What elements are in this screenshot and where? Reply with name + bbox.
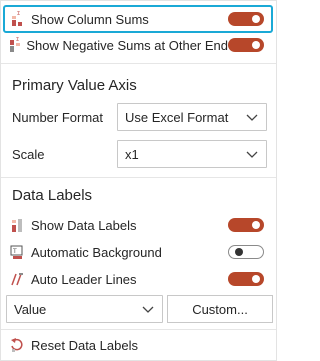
svg-text:Σ: Σ (17, 11, 20, 17)
auto-leader-lines-toggle[interactable] (228, 272, 264, 286)
show-data-labels-toggle[interactable] (228, 218, 264, 232)
label-content-select[interactable]: Value (6, 295, 163, 323)
svg-text:T: T (12, 248, 17, 255)
show-negative-sums-row[interactable]: Σ Show Negative Sums at Other End (7, 33, 270, 57)
svg-text:Σ: Σ (16, 37, 19, 43)
number-format-select[interactable]: Use Excel Format (117, 103, 267, 131)
chevron-down-icon (246, 114, 258, 121)
show-column-sums-toggle[interactable] (228, 12, 264, 26)
primary-value-axis-title: Primary Value Axis (12, 77, 137, 94)
negative-sums-icon: Σ (7, 37, 22, 53)
show-data-labels-label: Show Data Labels (31, 217, 137, 233)
automatic-background-row[interactable]: T Automatic Background (7, 240, 270, 264)
auto-leader-lines-row[interactable]: Auto Leader Lines (7, 267, 270, 291)
chevron-down-icon (142, 306, 154, 313)
reset-data-labels-label: Reset Data Labels (31, 337, 138, 353)
number-format-value: Use Excel Format (125, 109, 229, 125)
data-labels-title: Data Labels (12, 187, 93, 204)
custom-button[interactable]: Custom... (167, 295, 273, 323)
scale-select[interactable]: x1 (117, 140, 267, 168)
divider (1, 329, 276, 330)
divider (1, 63, 276, 64)
show-negative-sums-toggle[interactable] (228, 38, 264, 52)
show-negative-sums-label: Show Negative Sums at Other End (26, 37, 228, 53)
leader-lines-icon (7, 271, 27, 287)
background-icon: T (7, 244, 27, 260)
show-column-sums-label: Show Column Sums (31, 11, 149, 27)
scale-value: x1 (125, 146, 139, 162)
divider (1, 177, 276, 178)
chevron-down-icon (246, 151, 258, 158)
data-labels-icon (7, 217, 27, 233)
column-sums-icon: Σ (7, 11, 27, 27)
scale-label: Scale (12, 147, 45, 162)
reset-data-labels-row[interactable]: Reset Data Labels (7, 333, 270, 357)
reset-icon (7, 337, 27, 353)
label-content-value: Value (14, 301, 47, 317)
automatic-background-toggle[interactable] (228, 245, 264, 259)
chart-options-panel: Σ Show Column Sums Σ Show Negative Sums … (0, 0, 277, 361)
automatic-background-label: Automatic Background (31, 244, 162, 260)
number-format-label: Number Format (12, 110, 104, 125)
show-data-labels-row[interactable]: Show Data Labels (7, 213, 270, 237)
auto-leader-lines-label: Auto Leader Lines (31, 271, 137, 287)
show-column-sums-row[interactable]: Σ Show Column Sums (7, 7, 270, 31)
